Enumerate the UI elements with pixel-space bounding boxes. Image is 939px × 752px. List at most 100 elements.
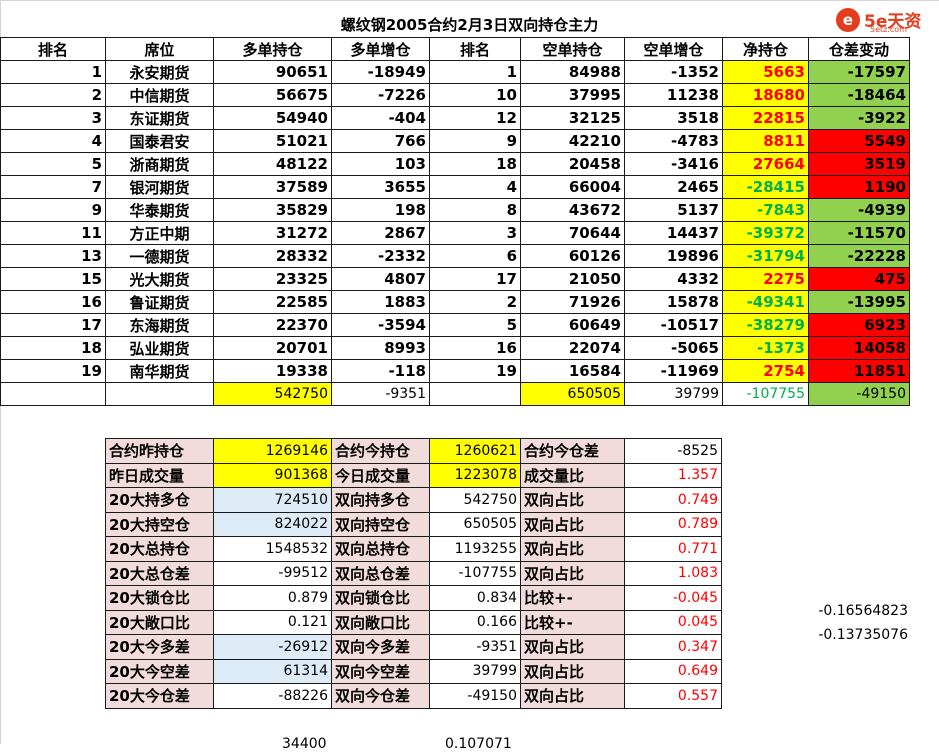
short-position: 70644 xyxy=(520,221,625,245)
sheet-title: 螺纹钢2005合约2月3日双向持仓主力 xyxy=(340,16,599,34)
diff-change: -4939 xyxy=(808,198,910,222)
broker-name: 浙商期货 xyxy=(105,152,214,176)
dual-value: 0.834 xyxy=(429,585,521,611)
short-change: 5137 xyxy=(624,198,723,222)
long-position: 31272 xyxy=(213,221,332,245)
net-position: -39372 xyxy=(722,221,809,245)
summary-row: 20大总仓差 -99512 双向总仓差 -107755 双向占比 1.083 xyxy=(105,560,722,586)
long-position: 54940 xyxy=(213,106,332,130)
short-rank: 8 xyxy=(429,198,521,222)
summary-row: 昨日成交量 901368 今日成交量 1223078 成交量比 1.357 xyxy=(105,462,722,488)
short-change: 14437 xyxy=(624,221,723,245)
top20-value: 901368 xyxy=(213,462,332,488)
diff-change: 6923 xyxy=(808,313,910,337)
logo-domain: 5etz.com xyxy=(870,25,907,34)
total-long: 542750 xyxy=(213,382,332,406)
long-position: 51021 xyxy=(213,129,332,153)
short-rank: 1 xyxy=(429,60,521,84)
ratio-value: 0.347 xyxy=(624,634,722,660)
net-position: -1373 xyxy=(722,336,809,360)
dual-label: 双向今空差 xyxy=(331,658,430,684)
dual-label: 今日成交量 xyxy=(331,462,430,488)
diff-change: -17597 xyxy=(808,60,910,84)
dual-value: 542750 xyxy=(429,487,521,513)
short-change: 3518 xyxy=(624,106,723,130)
top20-value: 1548532 xyxy=(213,536,332,562)
top20-label: 合约昨持仓 xyxy=(105,438,214,464)
short-position: 60126 xyxy=(520,244,625,268)
long-rank: 17 xyxy=(0,313,106,337)
long-position: 22370 xyxy=(213,313,332,337)
diff-change: 3519 xyxy=(808,152,910,176)
ratio-value: 1.357 xyxy=(624,462,722,488)
ratio-label: 成交量比 xyxy=(520,462,625,488)
broker-name: 东海期货 xyxy=(105,313,214,337)
long-position: 19338 xyxy=(213,359,332,383)
broker-name: 永安期货 xyxy=(105,60,214,84)
broker-name: 华泰期货 xyxy=(105,198,214,222)
short-position: 32125 xyxy=(520,106,625,130)
table-row: 4 国泰君安 51021 766 9 42210 -4783 8811 5549 xyxy=(0,129,910,153)
long-rank: 3 xyxy=(0,106,106,130)
top20-value: -88226 xyxy=(213,683,332,709)
dual-value: 650505 xyxy=(429,511,521,537)
dual-label: 双向总仓差 xyxy=(331,560,430,586)
table-row: 5 浙商期货 48122 103 18 20458 -3416 27664 3519 xyxy=(0,152,910,176)
long-position: 48122 xyxy=(213,152,332,176)
column-header: 空单持仓 xyxy=(520,37,625,61)
ratio-value: -0.045 xyxy=(624,585,722,611)
broker-name: 光大期货 xyxy=(105,267,214,291)
dual-label: 双向持多仓 xyxy=(331,487,430,513)
ratio-value: 0.749 xyxy=(624,487,722,513)
column-header: 净持仓 xyxy=(722,37,809,61)
long-change: 1883 xyxy=(331,290,430,314)
short-position: 37995 xyxy=(520,83,625,107)
short-change: -5065 xyxy=(624,336,723,360)
net-position: 2275 xyxy=(722,267,809,291)
long-position: 28332 xyxy=(213,244,332,268)
short-position: 71926 xyxy=(520,290,625,314)
diff-change: -3922 xyxy=(808,106,910,130)
total-short: 650505 xyxy=(520,382,625,406)
short-change: 11238 xyxy=(624,83,723,107)
broker-name: 南华期货 xyxy=(105,359,214,383)
long-rank: 16 xyxy=(0,290,106,314)
short-rank: 6 xyxy=(429,244,521,268)
table-row: 19 南华期货 19338 -118 19 16584 -11969 2754 11851 xyxy=(0,359,910,383)
dual-label: 双向总持仓 xyxy=(331,536,430,562)
net-position: -31794 xyxy=(722,244,809,268)
long-change: 198 xyxy=(331,198,430,222)
dual-label: 双向锁仓比 xyxy=(331,585,430,611)
top20-label: 20大锁仓比 xyxy=(105,585,214,611)
net-position: -28415 xyxy=(722,175,809,199)
long-rank: 4 xyxy=(0,129,106,153)
net-position: -49341 xyxy=(722,290,809,314)
short-change: 15878 xyxy=(624,290,723,314)
short-change: 2465 xyxy=(624,175,723,199)
long-rank: 1 xyxy=(0,60,106,84)
ratio-value: -8525 xyxy=(624,438,722,464)
column-header: 多单增仓 xyxy=(331,37,430,61)
top20-label: 20大今空差 xyxy=(105,658,214,684)
summary-row: 合约昨持仓 1269146 合约今持仓 1260621 合约今仓差 -8525 xyxy=(105,438,722,464)
long-change: 8993 xyxy=(331,336,430,360)
summary-table: 合约昨持仓 1269146 合约今持仓 1260621 合约今仓差 -8525 昨日成交量 9… xyxy=(105,438,722,709)
short-change: -10517 xyxy=(624,313,723,337)
net-position: 2754 xyxy=(722,359,809,383)
ratio-label: 双向占比 xyxy=(520,634,625,660)
broker-name: 鲁证期货 xyxy=(105,290,214,314)
cutoff-value-1: 34400 xyxy=(282,736,327,752)
dual-label: 双向持空仓 xyxy=(331,511,430,537)
long-position: 23325 xyxy=(213,267,332,291)
long-position: 56675 xyxy=(213,83,332,107)
short-rank: 18 xyxy=(429,152,521,176)
table-row: 16 鲁证期货 22585 1883 2 71926 15878 -49341 -13995 xyxy=(0,290,910,314)
top20-label: 20大总仓差 xyxy=(105,560,214,586)
summary-row: 20大今空差 61314 双向今空差 39799 双向占比 0.649 xyxy=(105,658,722,684)
summary-row: 20大总持仓 1548532 双向总持仓 1193255 双向占比 0.771 xyxy=(105,536,722,562)
summary-row: 20大持多仓 724510 双向持多仓 542750 双向占比 0.749 xyxy=(105,487,722,513)
dual-value: 0.166 xyxy=(429,609,521,635)
total-diff: -49150 xyxy=(808,382,910,406)
top20-value: 1269146 xyxy=(213,438,332,464)
top20-value: 61314 xyxy=(213,658,332,684)
